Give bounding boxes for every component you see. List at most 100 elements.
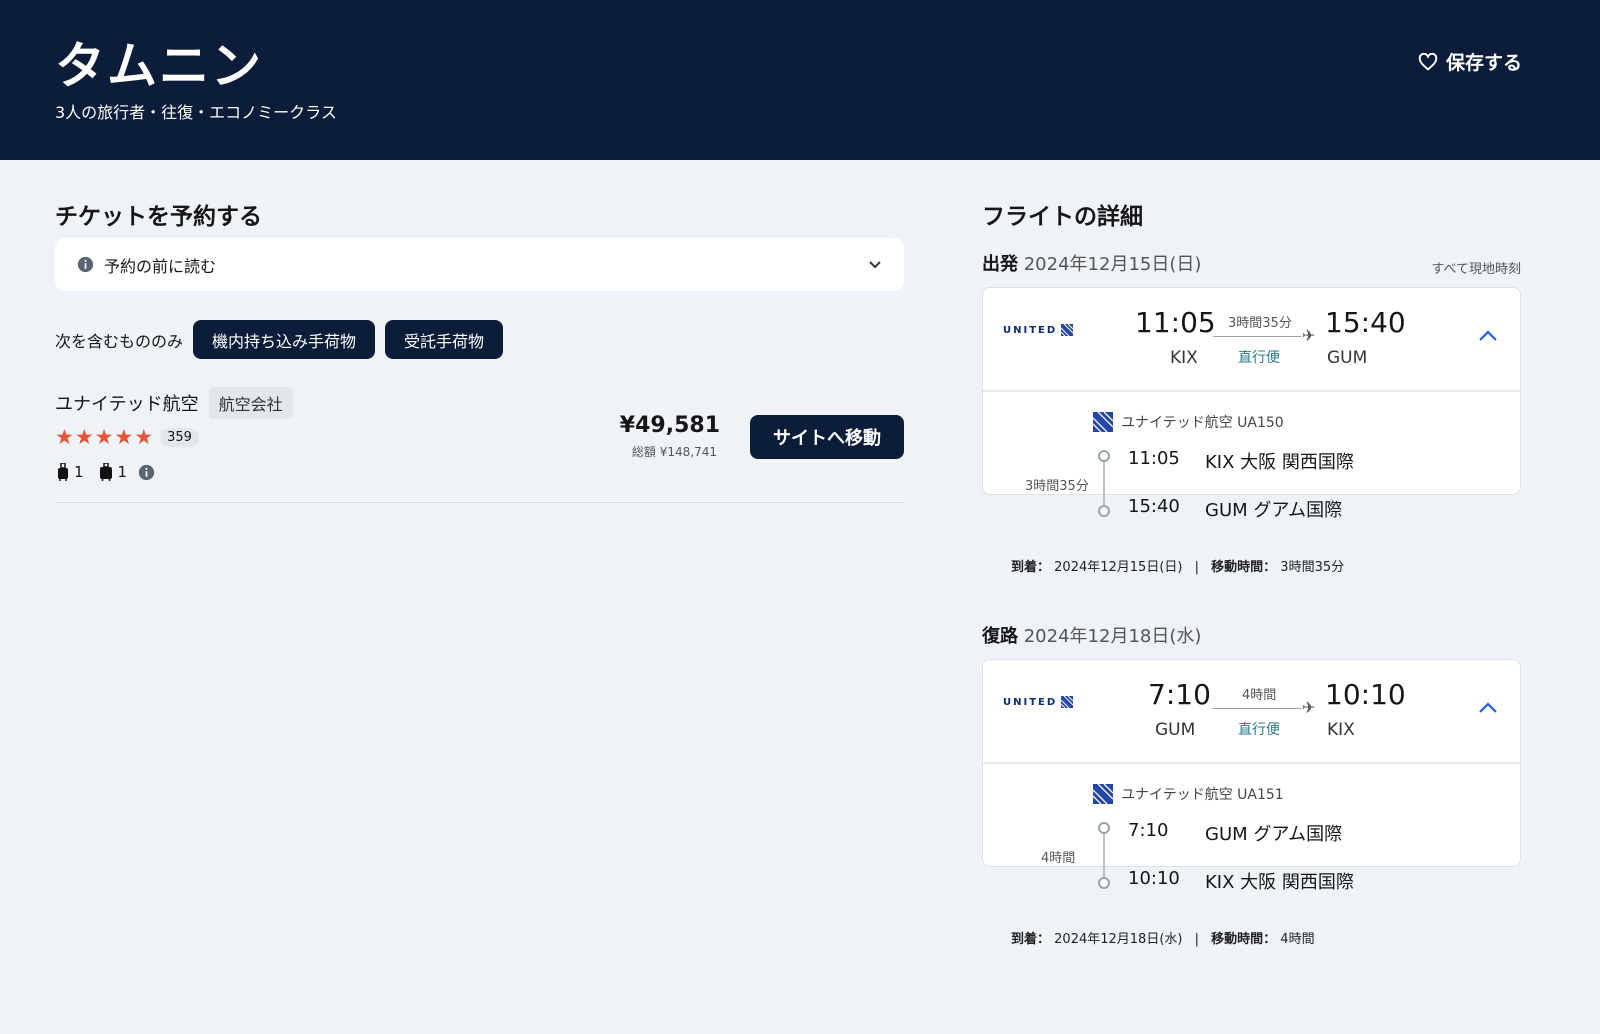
provider-rating: ★ ★ ★ ★ ★ 359 bbox=[55, 427, 199, 448]
arrive-label: 到着： bbox=[1011, 560, 1051, 575]
info-icon[interactable] bbox=[138, 464, 155, 481]
flight-segment-details: ユナイテッド航空 UA150 3時間35分 11:05 KIX 大阪 関西国際 … bbox=[983, 392, 1520, 575]
segment-airline: ユナイテッド航空 UA150 bbox=[1093, 412, 1284, 432]
outbound-flight-card: UNITED 11:05 KIX 3時間35分 ✈ 直行便 15:40 GUM … bbox=[982, 287, 1521, 575]
arrival-code: GUM bbox=[1327, 348, 1368, 368]
local-time-note: すべて現地時刻 bbox=[1431, 262, 1521, 277]
filter-chip-checked[interactable]: 受託手荷物 bbox=[385, 320, 504, 359]
arrival-time: 10:10 bbox=[1325, 678, 1406, 711]
filter-chip-carry-on[interactable]: 機内持ち込み手荷物 bbox=[193, 320, 376, 359]
arrive-date: 2024年12月15日(日) bbox=[1054, 560, 1183, 575]
united-globe-icon bbox=[1061, 324, 1074, 336]
flight-duration: 3時間35分 bbox=[1228, 316, 1292, 331]
route-line bbox=[1213, 708, 1301, 709]
baggage-filters: 次を含むもののみ 機内持ち込み手荷物 受託手荷物 bbox=[55, 320, 504, 359]
star-icon: ★ bbox=[55, 425, 74, 449]
segment-start-dot bbox=[1098, 822, 1110, 834]
price-per-person: ¥49,581 bbox=[619, 413, 720, 438]
chevron-down-icon bbox=[869, 260, 881, 268]
filter-label: 次を含むもののみ bbox=[55, 331, 184, 351]
divider bbox=[55, 502, 904, 503]
page-header: タムニン 3人の旅行者・往復・エコノミークラス 保存する bbox=[0, 0, 1600, 160]
united-globe-icon bbox=[1061, 696, 1074, 708]
segment-departure-airport: KIX 大阪 関西国際 bbox=[1205, 452, 1354, 473]
star-icon: ★ bbox=[114, 425, 134, 449]
departure-time: 7:10 bbox=[1148, 678, 1211, 711]
chevron-up-icon[interactable] bbox=[1478, 702, 1498, 714]
star-icon: ★ bbox=[134, 425, 154, 449]
segment-arrival-airport: GUM グアム国際 bbox=[1205, 500, 1343, 521]
info-label: 予約の前に読む bbox=[104, 256, 217, 276]
arrival-code: KIX bbox=[1327, 720, 1355, 740]
departure-time: 11:05 bbox=[1135, 306, 1216, 339]
united-globe-icon bbox=[1093, 784, 1113, 804]
star-icon: ★ bbox=[94, 425, 114, 449]
segment-airline: ユナイテッド航空 UA151 bbox=[1093, 784, 1284, 804]
go-to-site-button[interactable]: サイトへ移動 bbox=[750, 415, 904, 459]
segment-line bbox=[1103, 456, 1105, 506]
plane-icon: ✈ bbox=[1302, 326, 1316, 345]
travel-time-label: 移動時間： bbox=[1211, 932, 1277, 947]
airline-flight-number: ユナイテッド航空 UA150 bbox=[1121, 415, 1284, 431]
united-logo: UNITED bbox=[1003, 324, 1074, 336]
travel-time: 4時間 bbox=[1280, 932, 1315, 947]
flight-summary[interactable]: UNITED 7:10 GUM 4時間 ✈ 直行便 10:10 KIX bbox=[983, 660, 1520, 764]
airline-flight-number: ユナイテッド航空 UA151 bbox=[1121, 787, 1284, 803]
details-section-title: フライトの詳細 bbox=[982, 204, 1143, 230]
arrival-time: 15:40 bbox=[1325, 306, 1406, 339]
separator: | bbox=[1194, 560, 1199, 575]
direct-flight-label: 直行便 bbox=[1238, 722, 1280, 738]
read-before-booking-dropdown[interactable]: 予約の前に読む bbox=[55, 238, 904, 291]
segment-arrival-time: 10:10 bbox=[1128, 868, 1180, 889]
arrival-summary: 到着： 2024年12月15日(日) | 移動時間： 3時間35分 bbox=[1011, 556, 1344, 575]
return-leg-header: 復路 2024年12月18日(水) bbox=[982, 622, 1201, 648]
checked-count: 1 bbox=[117, 463, 128, 481]
segment-arrival-time: 15:40 bbox=[1128, 496, 1180, 517]
segment-line bbox=[1103, 828, 1105, 878]
page-title: タムニン bbox=[55, 37, 263, 95]
travel-time-label: 移動時間： bbox=[1211, 560, 1277, 575]
leg-date: 2024年12月15日(日) bbox=[1023, 254, 1202, 275]
separator: | bbox=[1194, 932, 1199, 947]
departure-code: KIX bbox=[1170, 348, 1198, 368]
segment-departure-time: 11:05 bbox=[1128, 448, 1180, 469]
flight-summary[interactable]: UNITED 11:05 KIX 3時間35分 ✈ 直行便 15:40 GUM bbox=[983, 288, 1520, 392]
segment-departure-time: 7:10 bbox=[1128, 820, 1169, 841]
heart-icon bbox=[1418, 52, 1438, 70]
segment-arrival-airport: KIX 大阪 関西国際 bbox=[1205, 872, 1354, 893]
star-icon: ★ bbox=[74, 425, 94, 449]
trip-summary: 3人の旅行者・往復・エコノミークラス bbox=[55, 103, 337, 122]
leg-label: 出発 bbox=[982, 254, 1018, 275]
save-button[interactable]: 保存する bbox=[1418, 48, 1522, 75]
route-line bbox=[1213, 336, 1301, 337]
save-label: 保存する bbox=[1445, 52, 1522, 74]
segment-departure-airport: GUM グアム国際 bbox=[1205, 824, 1343, 845]
booking-section-title: チケットを予約する bbox=[55, 204, 262, 230]
plane-icon: ✈ bbox=[1302, 698, 1316, 717]
baggage-allowance: 1 1 bbox=[57, 463, 155, 481]
segment-duration: 4時間 bbox=[1041, 851, 1076, 866]
travel-time: 3時間35分 bbox=[1280, 560, 1345, 575]
segment-duration: 3時間35分 bbox=[1025, 479, 1089, 494]
provider-name: ユナイテッド航空 bbox=[55, 394, 199, 415]
united-logo: UNITED bbox=[1003, 696, 1074, 708]
flight-duration: 4時間 bbox=[1242, 688, 1277, 703]
arrive-label: 到着： bbox=[1011, 932, 1051, 947]
chevron-up-icon[interactable] bbox=[1478, 330, 1498, 342]
info-icon bbox=[77, 256, 94, 273]
rating-count: 359 bbox=[160, 428, 199, 447]
provider-row: ユナイテッド航空 航空会社 bbox=[55, 387, 293, 419]
logo-text: UNITED bbox=[1003, 324, 1058, 336]
departure-code: GUM bbox=[1155, 720, 1196, 740]
logo-text: UNITED bbox=[1003, 696, 1058, 708]
segment-end-dot bbox=[1098, 877, 1110, 889]
arrive-date: 2024年12月18日(水) bbox=[1054, 932, 1183, 947]
united-globe-icon bbox=[1093, 412, 1113, 432]
leg-date: 2024年12月18日(水) bbox=[1023, 626, 1202, 647]
return-flight-card: UNITED 7:10 GUM 4時間 ✈ 直行便 10:10 KIX ユナイテ… bbox=[982, 659, 1521, 947]
price-total: 総額 ¥148,741 bbox=[631, 445, 717, 459]
provider-tag: 航空会社 bbox=[208, 387, 293, 419]
outbound-leg-header: 出発 2024年12月15日(日) bbox=[982, 250, 1201, 276]
segment-start-dot bbox=[1098, 450, 1110, 462]
direct-flight-label: 直行便 bbox=[1238, 350, 1280, 366]
